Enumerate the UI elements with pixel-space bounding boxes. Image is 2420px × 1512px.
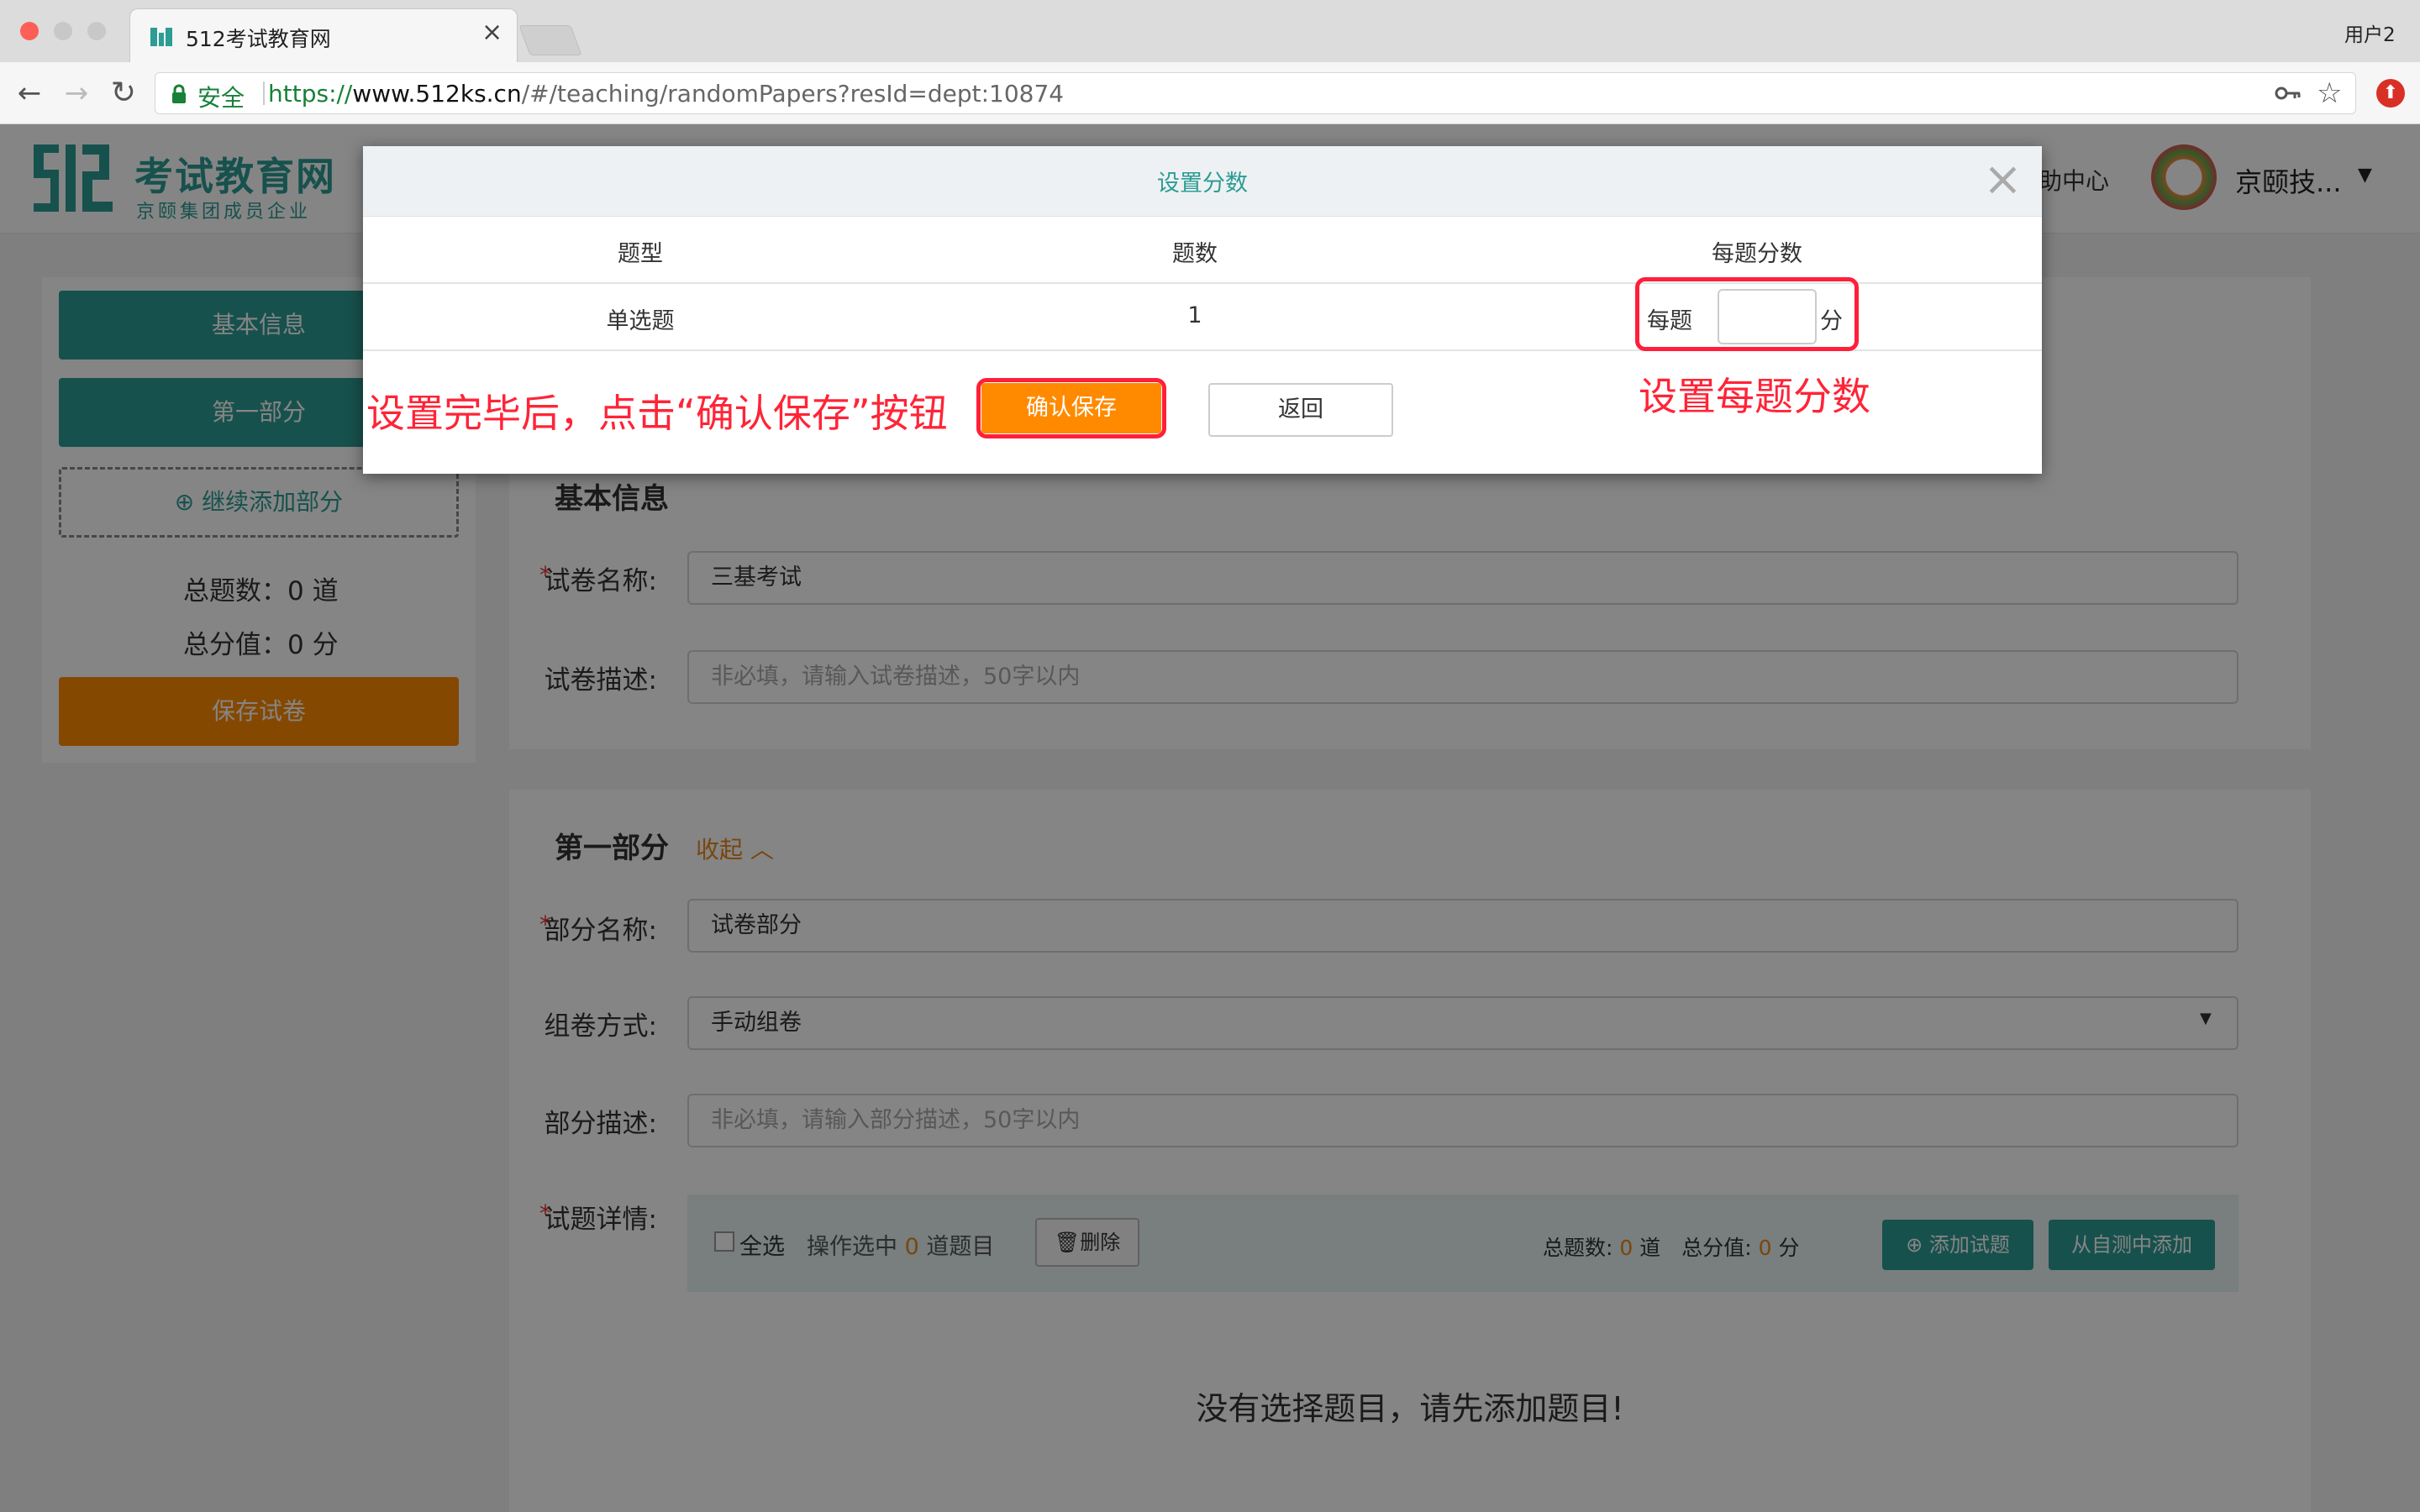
url-text[interactable]: https://www.512ks.cn/#/teaching/randomPa… (268, 80, 1064, 108)
address-bar[interactable]: 安全 https://www.512ks.cn/#/teaching/rando… (155, 72, 2356, 114)
modal-title: 设置分数 (1157, 171, 1248, 197)
url-path: /#/teaching/randomPapers?resId=dept:1087… (521, 80, 1065, 108)
row-type: 单选题 (606, 308, 675, 334)
browser-tab-bar: 512考试教育网 × 用户2 (0, 0, 2420, 62)
confirm-highlight-box (976, 378, 1166, 438)
back-button[interactable]: 返回 (1208, 383, 1393, 437)
favicon-icon (150, 28, 172, 46)
set-score-modal: 设置分数 × 题型 题数 每题分数 单选题 1 每题 分 确认保存 返回 设置完… (363, 146, 2042, 474)
profile-name[interactable]: 用户2 (2344, 18, 2396, 47)
url-host: www.512ks.cn (352, 80, 522, 108)
annotation-confirm: 设置完毕后，点击“确认保存”按钮 (366, 391, 948, 436)
close-window-button[interactable] (20, 22, 39, 40)
score-table-header: 题型 题数 每题分数 (363, 217, 2042, 284)
maximize-window-button[interactable] (87, 22, 106, 40)
reload-icon[interactable]: ↻ (106, 76, 141, 111)
col-count-header: 题数 (1172, 241, 1218, 267)
row-count: 1 (1187, 302, 1202, 328)
modal-close-icon[interactable]: × (1983, 153, 2023, 207)
col-score-header: 每题分数 (1712, 241, 1802, 267)
minimize-window-button[interactable] (54, 22, 72, 40)
key-icon[interactable] (2275, 85, 2302, 102)
secure-label: 安全 (197, 84, 245, 112)
tab-title: 512考试教育网 (186, 27, 331, 51)
score-highlight-box (1635, 277, 1859, 351)
forward-arrow-icon[interactable]: → (59, 76, 94, 111)
extension-icon[interactable]: ⬆ (2376, 79, 2405, 108)
bookmark-star-icon[interactable]: ☆ (2317, 76, 2342, 110)
lock-icon (172, 84, 186, 103)
modal-header: 设置分数 × (363, 146, 2042, 217)
annotation-score: 设置每题分数 (1639, 374, 1870, 419)
new-tab-button[interactable] (518, 25, 582, 55)
col-type-header: 题型 (618, 241, 663, 267)
tab-close-icon[interactable]: × (481, 18, 502, 47)
tab-active[interactable]: 512考试教育网 × (129, 8, 518, 62)
url-divider (263, 81, 265, 105)
url-scheme: https:// (268, 80, 353, 108)
back-arrow-icon[interactable]: ← (12, 76, 47, 111)
